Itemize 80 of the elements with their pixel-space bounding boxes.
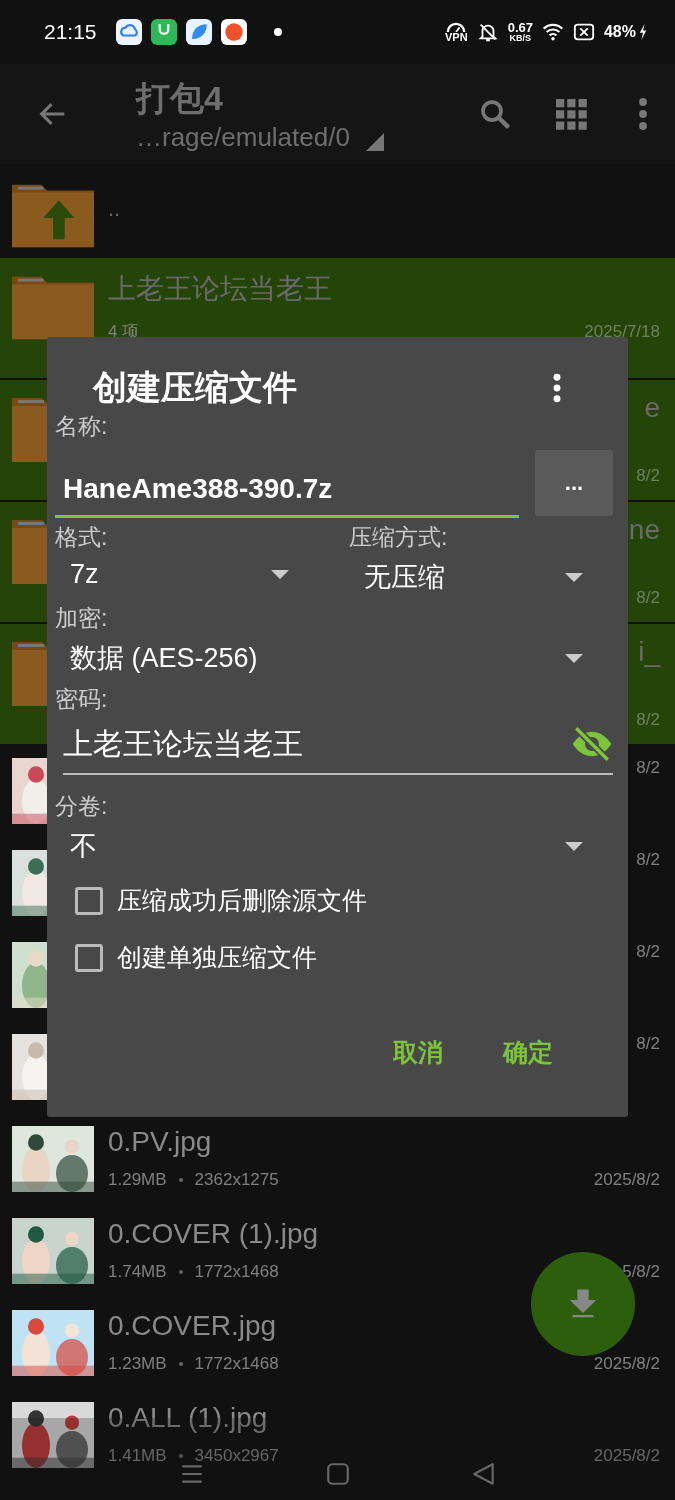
image-dimensions: 1772x1468: [194, 1354, 279, 1374]
dialog-title: 创建压缩文件: [93, 367, 297, 408]
more-options-icon[interactable]: [637, 96, 649, 132]
field-label: 格式:: [55, 523, 108, 552]
browse-button[interactable]: ...: [535, 450, 613, 516]
modified-date: 8/2: [636, 942, 660, 962]
modified-date: 8/2: [636, 758, 660, 778]
modified-date: 8/2: [636, 1034, 660, 1054]
no-sim-icon: [572, 21, 595, 43]
field-label: 加密:: [55, 604, 108, 633]
caret-icon: [565, 841, 583, 851]
file-size: 1.29MB: [108, 1170, 167, 1190]
gauge-icon: [446, 21, 467, 32]
separator-dot-icon: [178, 1362, 183, 1366]
charging-icon: [639, 24, 647, 40]
wifi-icon: [541, 21, 564, 43]
file-name: 上老王论坛当老王: [108, 272, 333, 306]
modified-date: 2025/8/2: [593, 1354, 660, 1374]
checkbox[interactable]: [75, 886, 103, 915]
file-name: 0.PV.jpg: [108, 1126, 212, 1158]
dialog-button[interactable]: 取消: [373, 1026, 463, 1079]
cloud-app-icon: [115, 19, 142, 45]
archive-name-field[interactable]: HaneAme388-390.7z: [55, 460, 519, 518]
field-label: 压缩方式:: [349, 523, 448, 552]
network-speed: 0.67: [507, 21, 533, 34]
modified-date: 8/2: [636, 710, 660, 730]
speed-unit: KB/S: [509, 34, 532, 43]
file-name: 0.COVER (1).jpg: [108, 1218, 319, 1250]
modified-date: 2025/8/2: [593, 1446, 660, 1466]
file-name: i_: [638, 636, 660, 668]
file-size: 1.41MB: [108, 1446, 167, 1466]
option-label: 创建单独压缩文件: [117, 942, 317, 973]
parent-directory-label: ..: [108, 196, 121, 222]
clock: 21:15: [44, 20, 97, 44]
caret-icon: [565, 572, 583, 582]
modified-date: 8/2: [636, 588, 660, 608]
modified-date: 8/2: [636, 466, 660, 486]
file-name: 0.COVER.jpg: [108, 1310, 277, 1342]
encryption-dropdown[interactable]: 数据 (AES-256): [55, 634, 613, 684]
modified-date: 5/8/2: [622, 1262, 660, 1282]
corner-triangle-icon[interactable]: [365, 132, 384, 151]
image-dimensions: 2362x1275: [194, 1170, 279, 1190]
image-dimensions: 1772x1468: [194, 1262, 279, 1282]
grid-view-icon[interactable]: [553, 96, 589, 132]
checkbox[interactable]: [75, 943, 103, 972]
file-size: 1.23MB: [108, 1354, 167, 1374]
separator-dot-icon: [178, 1270, 183, 1274]
password-field[interactable]: 上老王论坛当老王: [63, 723, 571, 765]
file-size: 1.74MB: [108, 1262, 167, 1282]
shopping-bag-app-icon: [150, 19, 177, 45]
folder-path[interactable]: …rage/emulated/0: [136, 121, 350, 153]
home-square-icon[interactable]: [324, 1461, 351, 1487]
modified-date: 2025/7/18: [584, 321, 660, 342]
more-options-icon[interactable]: [551, 372, 563, 404]
field-label: 密码:: [55, 685, 108, 714]
file-name: 0.ALL (1).jpg: [108, 1402, 268, 1434]
field-label: 名称:: [55, 412, 108, 441]
option-label: 压缩成功后删除源文件: [117, 885, 367, 916]
leaf-app-icon: [185, 19, 212, 45]
folder-title: 打包4: [136, 77, 224, 119]
file-name: e: [644, 392, 660, 424]
back-triangle-icon[interactable]: [470, 1461, 497, 1487]
circle-app-icon: [220, 19, 247, 45]
caret-icon: [271, 570, 289, 579]
caret-icon: [565, 653, 583, 663]
format-dropdown[interactable]: 7z: [55, 553, 319, 598]
image-dimensions: 3450x2967: [194, 1446, 279, 1466]
compression-method-dropdown[interactable]: 无压缩: [349, 553, 613, 603]
split-volume-dropdown[interactable]: 不: [55, 822, 613, 872]
muted-bell-icon: [476, 21, 499, 43]
notification-dot-icon: [273, 28, 282, 36]
modified-date: 2025/8/2: [593, 1170, 660, 1190]
field-label: 分卷:: [55, 792, 108, 821]
dialog-button[interactable]: 确定: [483, 1026, 573, 1079]
file-name: ne: [628, 514, 660, 546]
separator-dot-icon: [178, 1178, 183, 1182]
battery-level: 48%: [603, 23, 636, 41]
separator-dot-icon: [178, 1454, 183, 1458]
vpn-label: VPN: [445, 32, 468, 43]
modified-date: 8/2: [636, 850, 660, 870]
